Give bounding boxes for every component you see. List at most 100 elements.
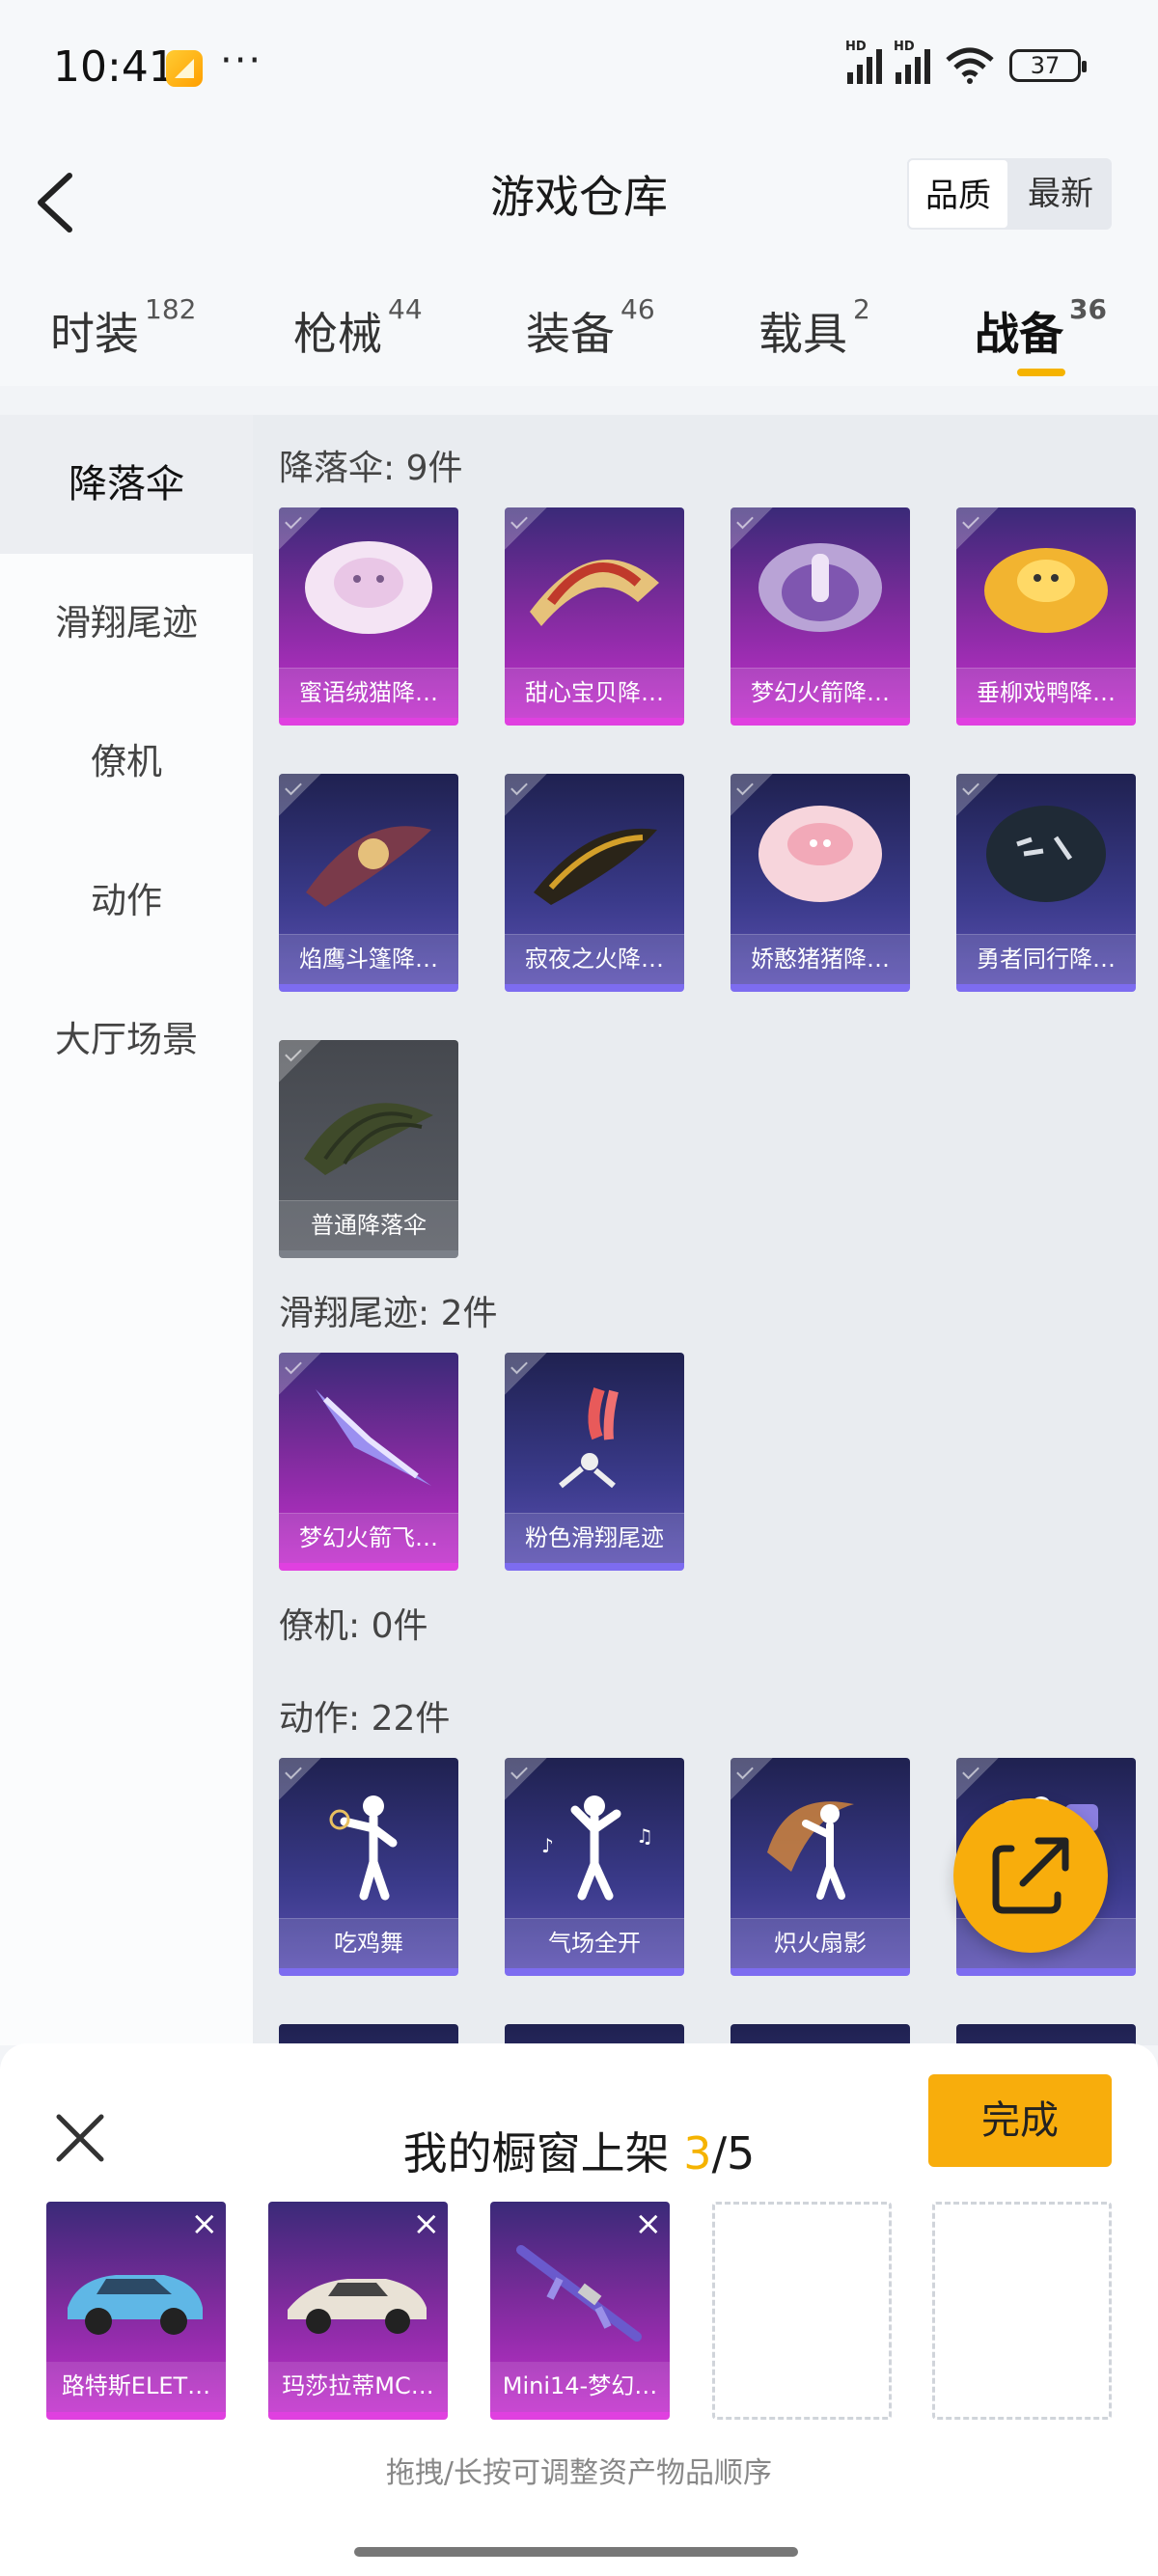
parachute-icon	[306, 826, 431, 907]
section-title-wingman: 僚机: 0件	[279, 1606, 428, 1646]
showcase-slot-empty[interactable]	[932, 2202, 1112, 2420]
notification-app-icon	[166, 50, 203, 87]
slot-label: 路特斯ELET…	[46, 2362, 226, 2412]
slot-label: Mini14-梦幻…	[490, 2362, 670, 2412]
emote-figure-icon	[329, 1795, 398, 1901]
parachute-icon	[304, 1103, 433, 1175]
showcase-slot[interactable]: × Mini14-梦幻…	[490, 2202, 670, 2420]
smoke-trail-icon	[559, 1387, 619, 1489]
section-title-trail: 滑翔尾迹: 2件	[279, 1294, 498, 1333]
slot-label: 玛莎拉蒂MC…	[268, 2362, 448, 2412]
tab-label: 战备	[975, 308, 1063, 360]
status-bar: 10:41 ··· HD HD 37	[0, 0, 1158, 135]
sidebar-item-lobby-scene[interactable]: 大厅场景	[0, 971, 253, 1110]
item-label: 寂夜之火降…	[505, 934, 684, 984]
active-tab-indicator	[1017, 369, 1065, 376]
parachute-icon	[758, 806, 882, 902]
parachute-icon	[534, 828, 657, 905]
parachute-icon	[984, 548, 1108, 633]
item-card[interactable]: 寂夜之火降…	[505, 774, 684, 992]
section-title-parachute: 降落伞: 9件	[279, 449, 463, 488]
reorder-hint: 拖拽/长按可调整资产物品顺序	[385, 2456, 773, 2490]
rifle-icon	[516, 2245, 642, 2342]
sidebar-item-emote[interactable]: 动作	[0, 832, 253, 971]
item-card[interactable]: 蜜语绒猫降…	[279, 507, 458, 726]
item-card[interactable]: 粉色滑翔尾迹	[505, 1353, 684, 1571]
share-button[interactable]	[953, 1798, 1108, 1953]
wifi-icon	[946, 47, 994, 84]
item-card[interactable]: 焰鹰斗篷降…	[279, 774, 458, 992]
tab-battle-gear[interactable]: 战备 36	[975, 293, 1107, 376]
item-label: 普通降落伞	[279, 1200, 458, 1250]
svg-text:♫: ♫	[636, 1824, 653, 1848]
item-card[interactable]	[505, 2024, 684, 2045]
battery-icon: 37	[1009, 49, 1087, 82]
sort-toggle[interactable]: 品质 最新	[907, 158, 1112, 230]
tab-vehicles[interactable]: 载具 2	[758, 293, 870, 363]
item-card[interactable]: 梦幻火箭降…	[731, 507, 910, 726]
tab-count: 36	[1069, 293, 1107, 325]
item-label: 勇者同行降…	[956, 934, 1136, 984]
status-time: 10:41	[53, 42, 176, 92]
showcase-slot-empty[interactable]	[712, 2202, 892, 2420]
tab-label: 枪械	[293, 308, 382, 360]
car-icon	[68, 2275, 203, 2335]
done-button[interactable]: 完成	[928, 2074, 1112, 2167]
tab-count: 182	[145, 293, 197, 325]
item-card[interactable]: 普通降落伞	[279, 1040, 458, 1258]
sidebar-item-parachute[interactable]: 降落伞	[0, 415, 253, 554]
tab-label: 时装	[50, 308, 139, 360]
item-card[interactable]: 甜心宝贝降…	[505, 507, 684, 726]
sidebar-item-wingman[interactable]: 僚机	[0, 693, 253, 832]
svg-text:♪: ♪	[541, 1834, 554, 1857]
parachute-icon	[305, 541, 432, 634]
remove-icon[interactable]: ×	[413, 2207, 441, 2240]
car-icon	[288, 2279, 427, 2334]
item-label: 炽火扇影	[731, 1918, 910, 1968]
item-card[interactable]: 娇憨猪猪降…	[731, 774, 910, 992]
item-card[interactable]: 勇者同行降…	[956, 774, 1136, 992]
remove-icon[interactable]: ×	[635, 2207, 663, 2240]
item-card[interactable]: 吃鸡舞	[279, 1758, 458, 1976]
remove-icon[interactable]: ×	[191, 2207, 219, 2240]
item-card[interactable]	[279, 2024, 458, 2045]
signal-icon-2: HD	[894, 40, 930, 84]
sidebar-item-trail[interactable]: 滑翔尾迹	[0, 554, 253, 693]
signal-icon: HD	[845, 40, 882, 84]
item-label: 蜜语绒猫降…	[279, 668, 458, 718]
status-icons: HD HD 37	[845, 40, 1087, 85]
item-label: 焰鹰斗篷降…	[279, 934, 458, 984]
item-card[interactable]: 梦幻火箭飞…	[279, 1353, 458, 1571]
sort-latest-button[interactable]: 最新	[1009, 158, 1112, 230]
item-card[interactable]: ♪ ♫ 气场全开	[505, 1758, 684, 1976]
showcase-panel: 我的橱窗上架 3/5 完成 × 路特斯ELET… × 玛莎拉蒂MC… × Min…	[0, 2043, 1158, 2576]
item-card[interactable]: 垂柳戏鸭降…	[956, 507, 1136, 726]
item-label: 梦幻火箭飞…	[279, 1513, 458, 1563]
share-icon	[992, 1837, 1069, 1914]
item-label: 粉色滑翔尾迹	[505, 1513, 684, 1563]
category-tabs: 时装 182 枪械 44 装备 46 载具 2 战备 36	[0, 293, 1158, 386]
item-label: 吃鸡舞	[279, 1918, 458, 1968]
tab-label: 载具	[758, 308, 847, 360]
tab-count: 46	[620, 293, 655, 325]
item-label: 梦幻火箭降…	[731, 668, 910, 718]
home-indicator[interactable]	[354, 2547, 798, 2557]
tab-label: 装备	[526, 308, 615, 360]
item-card[interactable]: 炽火扇影	[731, 1758, 910, 1976]
item-label: 娇憨猪猪降…	[731, 934, 910, 984]
tab-guns[interactable]: 枪械 44	[293, 293, 423, 363]
sort-quality-button[interactable]: 品质	[907, 158, 1009, 230]
tab-outfits[interactable]: 时装 182	[50, 293, 196, 363]
emote-figure-icon	[767, 1801, 854, 1900]
emote-figure-icon: ♪ ♫	[541, 1795, 653, 1901]
tab-equipment[interactable]: 装备 46	[526, 293, 655, 363]
showcase-slot[interactable]: × 玛莎拉蒂MC…	[268, 2202, 448, 2420]
showcase-slot[interactable]: × 路特斯ELET…	[46, 2202, 226, 2420]
item-card[interactable]	[956, 2024, 1136, 2045]
item-label: 垂柳戏鸭降…	[956, 668, 1136, 718]
header: 游戏仓库 品质 最新 时装 182 枪械 44 装备 46 载具 2 战备 36	[0, 135, 1158, 386]
status-more-icon: ···	[220, 39, 263, 83]
sidebar: 降落伞 滑翔尾迹 僚机 动作 大厅场景	[0, 415, 253, 2045]
tab-count: 2	[853, 293, 870, 325]
item-card[interactable]	[731, 2024, 910, 2045]
